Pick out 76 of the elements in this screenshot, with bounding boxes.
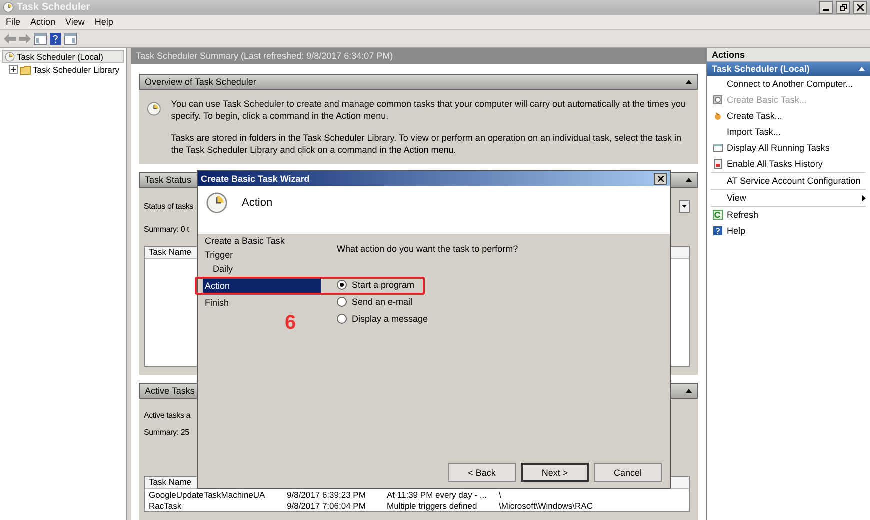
dialog-button[interactable]: Cancel — [594, 463, 662, 482]
app-icon — [3, 2, 14, 13]
radio-button[interactable] — [337, 296, 347, 306]
menu-item[interactable]: File — [6, 17, 21, 27]
summary-text: Summary: 25 — [144, 428, 190, 437]
action-item[interactable]: Help — [707, 223, 870, 239]
menu-item[interactable]: View — [66, 17, 85, 27]
wizard-step[interactable]: Create a Basic Task — [203, 234, 321, 248]
tree-item[interactable]: Task Scheduler (Local) — [2, 50, 124, 63]
collapse-icon[interactable] — [686, 80, 692, 84]
wizard-icon — [713, 95, 723, 105]
table-cell-text: 9/8/2017 7:06:04 PM — [286, 500, 367, 510]
action-item[interactable]: Create Task... — [707, 108, 870, 124]
option-label[interactable]: Display a message — [352, 314, 428, 324]
paragraph: You can use Task Scheduler to create and manage common tasks that your computer will carry out automatically at the times you specify. To begin, click a command in the Action menu. — [171, 98, 688, 122]
question-text: What action do you want the task to perform? — [337, 244, 520, 254]
table-cell-text: GoogleUpdateTaskMachineUA — [148, 490, 266, 500]
action-item[interactable]: AT Service Account Configuration — [707, 173, 870, 189]
dialog-title: Create Basic Task Wizard — [201, 174, 310, 184]
action-item[interactable]: View — [707, 190, 870, 206]
summary-text: Summary: 0 t — [144, 225, 190, 234]
clock-icon — [206, 192, 228, 214]
step-number: 6 — [285, 312, 296, 335]
radio-button[interactable] — [337, 280, 347, 290]
action-item[interactable]: Refresh — [707, 207, 870, 223]
collapse-icon[interactable] — [686, 389, 692, 393]
table-cell-text: \ — [498, 490, 502, 500]
wizard-step[interactable]: Finish — [203, 296, 321, 310]
dialog-button[interactable]: < Back — [448, 463, 516, 482]
expand-icon[interactable] — [9, 65, 18, 74]
option-label[interactable]: Send an e-mail — [352, 296, 413, 306]
clock-icon — [5, 52, 15, 62]
menu-item[interactable]: Help — [94, 17, 114, 27]
dialog-heading: Action — [242, 197, 273, 209]
help-icon[interactable] — [50, 32, 61, 44]
close-icon[interactable] — [654, 172, 667, 184]
section-title: Overview of Task Scheduler — [145, 77, 256, 87]
table-cell-text: 9/8/2017 6:39:23 PM — [286, 490, 367, 500]
status-label: Status of tasks — [144, 202, 194, 211]
action-item[interactable]: Connect to Another Computer... — [707, 76, 870, 92]
action-item[interactable]: Import Task... — [707, 124, 870, 140]
menu-item[interactable]: Action — [30, 17, 56, 27]
window-title: Task Scheduler — [17, 2, 92, 13]
table-cell-text: Multiple triggers defined — [386, 500, 478, 510]
restore-icon[interactable] — [836, 1, 850, 14]
close-icon[interactable] — [853, 1, 867, 14]
action-item[interactable]: Enable All Tasks History — [707, 156, 870, 172]
table-cell-text: \Microsoft\Windows\RAC — [498, 500, 594, 510]
action-item[interactable]: Display All Running Tasks — [707, 140, 870, 156]
collapse-icon[interactable] — [686, 178, 692, 182]
table-cell-text: RacTask — [148, 500, 183, 510]
section-title: Active Tasks — [145, 386, 195, 396]
list-icon — [713, 159, 723, 169]
help-icon — [713, 226, 723, 236]
wizard-step[interactable]: Daily — [211, 262, 321, 276]
paragraph: Tasks are stored in folders in the Task Scheduler Library. To view or perform an operation on an individual task, select the task in the Task Scheduler Library and click on a command in the Action menu. — [171, 132, 683, 156]
submenu-arrow-icon — [862, 194, 866, 202]
dropdown-icon[interactable] — [679, 200, 690, 213]
wizard-step[interactable]: Trigger — [203, 248, 321, 262]
actions-group-header[interactable]: Task Scheduler (Local) — [707, 62, 870, 76]
console-tree-icon[interactable] — [34, 32, 47, 44]
dialog-button[interactable]: Next > — [521, 463, 589, 482]
section-title: Task Status — [145, 175, 192, 185]
action-pane-icon[interactable] — [64, 32, 77, 44]
table-cell-text: At 11:39 PM every day - ... — [386, 490, 488, 500]
window-icon — [713, 143, 723, 153]
radio-button[interactable] — [337, 314, 347, 324]
active-tasks-text: Active tasks a — [144, 411, 192, 420]
summary-header: Task Scheduler Summary (Last refreshed: 9/8/2017 6:34:07 PM) — [131, 48, 706, 64]
refresh-icon — [713, 210, 723, 220]
minimize-icon[interactable] — [819, 1, 833, 14]
option-label[interactable]: Start a program — [352, 280, 415, 290]
wizard-step[interactable]: Action — [203, 279, 321, 293]
task-icon — [713, 111, 723, 121]
actions-title: Actions — [707, 48, 870, 62]
tree-item[interactable]: Task Scheduler Library — [6, 63, 124, 76]
